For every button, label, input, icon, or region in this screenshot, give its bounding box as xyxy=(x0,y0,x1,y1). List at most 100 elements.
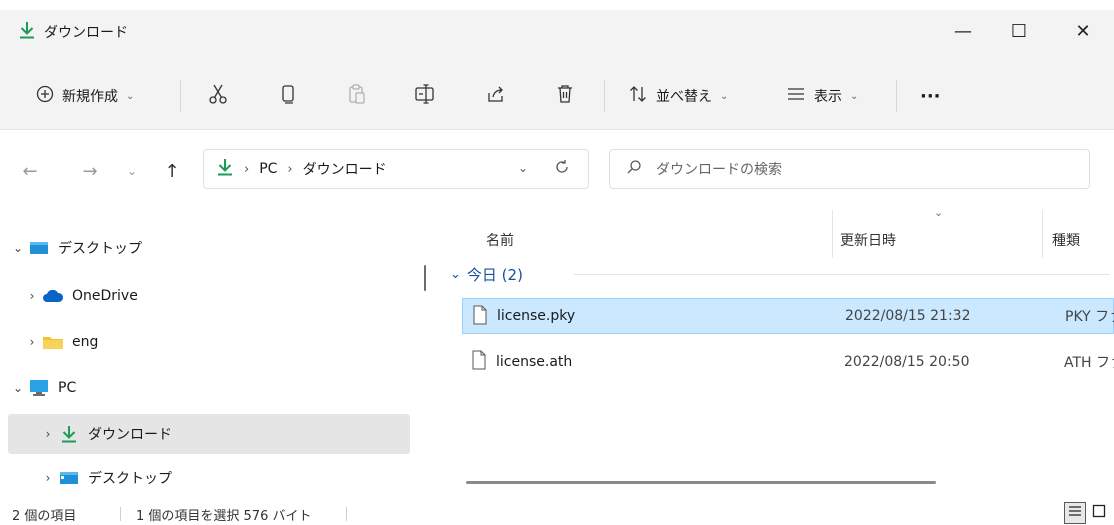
file-name: license.pky xyxy=(497,308,576,324)
paste-button[interactable] xyxy=(348,80,366,112)
chevron-down-icon: ⌄ xyxy=(126,164,138,178)
chevron-down-icon[interactable]: ⌄ xyxy=(8,241,28,255)
maximize-button[interactable]: ☐ xyxy=(996,14,1042,48)
sidebar-item-label: デスクトップ xyxy=(88,471,172,487)
share-button[interactable] xyxy=(486,80,506,112)
back-button[interactable]: ← xyxy=(18,159,42,183)
chevron-down-icon: ⌄ xyxy=(450,266,461,282)
refresh-icon[interactable] xyxy=(554,159,570,179)
sidebar-item-label: OneDrive xyxy=(72,288,138,304)
chevron-right-icon[interactable]: › xyxy=(22,289,42,303)
title-bar: ダウンロード — ☐ ✕ xyxy=(0,0,1114,62)
download-icon xyxy=(216,157,234,181)
new-button-label: 新規作成 xyxy=(62,89,118,105)
command-bar: 新規作成 ⌄ 並べ替え ⌄ 表示 ⌄ ··· xyxy=(0,62,1114,130)
column-divider[interactable] xyxy=(832,210,833,258)
sidebar-item-eng[interactable]: › eng xyxy=(8,322,410,362)
column-header-type[interactable]: 種類 xyxy=(1052,220,1080,260)
up-button[interactable]: ↑ xyxy=(160,159,184,183)
group-divider xyxy=(574,274,1110,275)
details-view-button[interactable] xyxy=(1064,502,1086,524)
group-label: 今日 (2) xyxy=(466,265,523,284)
minimize-button[interactable]: — xyxy=(940,14,986,48)
file-type: PKY ファイル xyxy=(1065,309,1114,325)
toolbar-divider xyxy=(180,80,181,112)
new-button[interactable]: 新規作成 ⌄ xyxy=(36,80,134,112)
chevron-right-icon[interactable]: › xyxy=(38,471,58,485)
chevron-down-icon[interactable]: ⌄ xyxy=(8,381,28,395)
cut-button[interactable] xyxy=(208,80,228,112)
tiles-view-button[interactable] xyxy=(1088,502,1110,524)
navigation-bar: ← → ⌄ ↑ › PC › ダウンロード ⌄ ダウンロードの検索 xyxy=(0,131,1114,209)
minimize-icon: — xyxy=(954,20,972,42)
chevron-down-icon: ⌄ xyxy=(850,90,859,102)
rename-icon xyxy=(414,83,436,109)
file-date: 2022/08/15 21:32 xyxy=(845,308,971,324)
column-divider[interactable] xyxy=(1042,210,1043,258)
sort-arrows-icon xyxy=(628,85,648,107)
breadcrumb-pc[interactable]: PC xyxy=(259,161,277,177)
horizontal-scrollbar[interactable] xyxy=(466,481,936,484)
forward-button[interactable]: → xyxy=(78,159,102,183)
file-type: ATH ファイル xyxy=(1064,355,1114,371)
file-icon xyxy=(473,305,487,329)
search-box[interactable]: ダウンロードの検索 xyxy=(609,149,1090,189)
chevron-right-icon[interactable]: › xyxy=(22,335,42,349)
selection-info: 1 個の項目を選択 576 バイト xyxy=(136,509,312,524)
desktop-icon xyxy=(28,239,50,257)
chevron-right-icon: › xyxy=(287,161,293,177)
recent-locations-button[interactable]: ⌄ xyxy=(124,159,140,183)
more-options-button[interactable]: ··· xyxy=(920,80,941,112)
toolbar-divider xyxy=(896,80,897,112)
view-button[interactable]: 表示 ⌄ xyxy=(786,80,858,112)
search-icon xyxy=(626,159,642,179)
pane-splitter-handle[interactable] xyxy=(424,265,426,291)
chevron-right-icon[interactable]: › xyxy=(38,427,58,441)
arrow-right-icon: → xyxy=(82,160,98,182)
details-view-icon xyxy=(1068,505,1082,521)
rename-button[interactable] xyxy=(414,80,436,112)
sidebar-item-onedrive[interactable]: › OneDrive xyxy=(8,276,410,316)
arrow-left-icon: ← xyxy=(22,160,38,182)
toolbar-divider xyxy=(604,80,605,112)
item-count: 2 個の項目 xyxy=(12,509,77,524)
table-row[interactable]: license.pky 2022/08/15 21:32 PKY ファイル xyxy=(462,298,1114,334)
sort-button[interactable]: 並べ替え ⌄ xyxy=(628,80,728,112)
download-icon xyxy=(18,20,36,40)
close-button[interactable]: ✕ xyxy=(1060,14,1106,48)
sidebar-item-desktop-pc[interactable]: › デスクトップ xyxy=(8,458,410,498)
folder-icon xyxy=(42,333,64,351)
sidebar-item-downloads[interactable]: › ダウンロード xyxy=(8,414,410,454)
sidebar-item-label: eng xyxy=(72,334,99,350)
address-history-chevron-icon[interactable]: ⌄ xyxy=(518,161,528,175)
share-icon xyxy=(486,84,506,108)
chevron-down-icon: ⌄ xyxy=(720,90,729,102)
list-lines-icon xyxy=(786,87,806,105)
tiles-view-icon xyxy=(1092,504,1106,522)
paste-icon xyxy=(348,83,366,109)
sidebar-item-desktop[interactable]: ⌄ デスクトップ xyxy=(8,228,410,268)
scissors-icon xyxy=(208,83,228,109)
sidebar-item-pc[interactable]: ⌄ PC xyxy=(8,368,410,408)
computer-icon xyxy=(28,379,50,397)
delete-button[interactable] xyxy=(556,80,574,112)
chevron-right-icon: › xyxy=(244,161,250,177)
column-header-modified[interactable]: 更新日時 xyxy=(840,220,896,260)
navigation-pane: ⌄ デスクトップ › OneDrive › eng ⌄ PC › ダウンロード … xyxy=(0,210,418,502)
copy-button[interactable] xyxy=(280,80,296,112)
file-icon xyxy=(472,350,486,374)
group-header-today[interactable]: ⌄ 今日 (2) xyxy=(450,262,523,286)
title-top-strip xyxy=(0,0,1114,10)
file-date: 2022/08/15 20:50 xyxy=(844,354,970,370)
column-header-name[interactable]: 名前 xyxy=(486,220,514,260)
breadcrumb-downloads[interactable]: ダウンロード xyxy=(303,159,387,179)
file-list: 名前 ⌄ 更新日時 種類 ⌄ 今日 (2) license.pky 2022/0… xyxy=(440,206,1114,502)
cloud-icon xyxy=(42,287,64,305)
sidebar-item-label: ダウンロード xyxy=(88,427,172,443)
status-bar: 2 個の項目 1 個の項目を選択 576 バイト xyxy=(0,502,1114,525)
address-bar[interactable]: › PC › ダウンロード ⌄ xyxy=(203,149,589,189)
sidebar-item-label: デスクトップ xyxy=(58,241,142,257)
desktop-icon xyxy=(58,469,80,487)
file-name: license.ath xyxy=(496,354,573,370)
table-row[interactable]: license.ath 2022/08/15 20:50 ATH ファイル xyxy=(462,344,1114,380)
